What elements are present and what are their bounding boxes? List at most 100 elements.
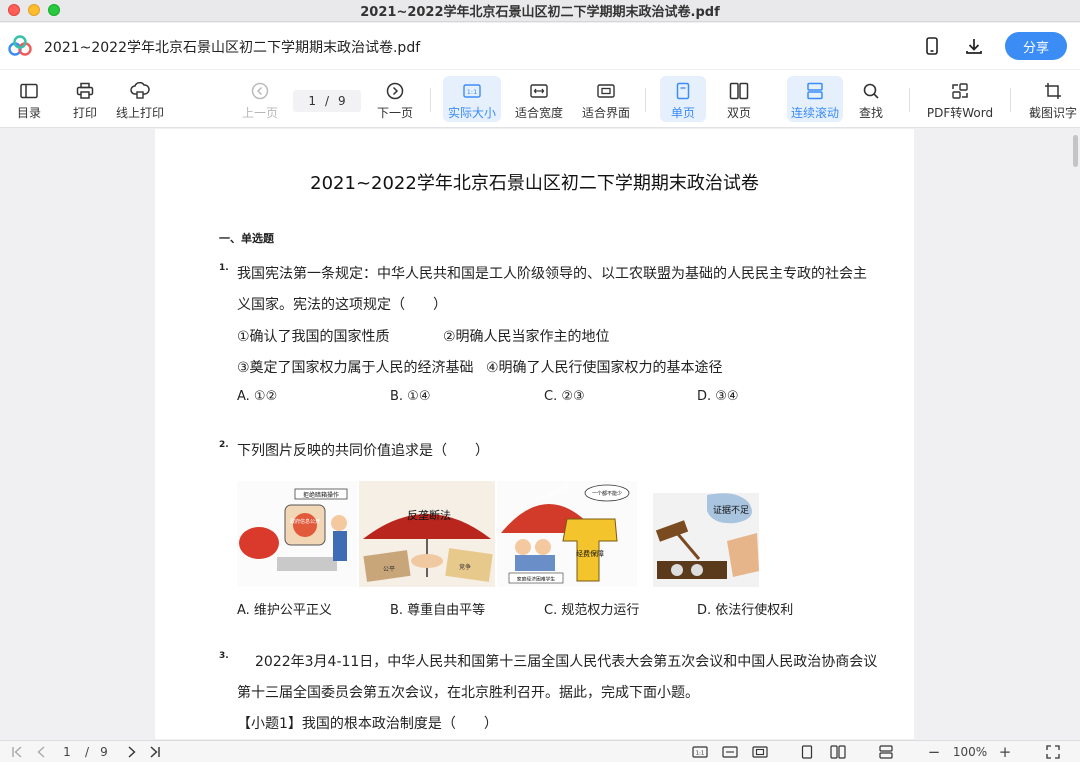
continuous-scroll-button[interactable]: 连续滚动 [787, 76, 843, 122]
pic3-label-2: 一个都不能少 [592, 490, 622, 497]
fit-window-icon [597, 84, 615, 98]
q2-option-b: B. 尊重自由平等 [390, 603, 486, 618]
bottom-fit-window-button[interactable] [750, 743, 770, 761]
first-page-icon [12, 746, 22, 758]
q3-line-1: 2022年3月4-11日，中华人民共和国第十三届全国人民代表大会第五次会议和中国… [255, 654, 878, 670]
bottom-fit-width-button[interactable] [720, 743, 740, 761]
screenshot-ocr-button[interactable]: 截图识字 [1026, 76, 1080, 122]
pic3-label-4: 家庭经济困难学生 [517, 576, 556, 583]
online-print-button[interactable]: 线上打印 [114, 76, 166, 122]
bottom-continuous-button[interactable] [876, 743, 896, 761]
zoom-out-button[interactable]: − [924, 743, 944, 761]
actual-size-button[interactable]: 1:1 实际大小 [443, 76, 501, 122]
convert-icon [952, 83, 968, 99]
pic1-label-1: 拒绝暗箱操作 [303, 491, 339, 499]
single-page-icon [801, 745, 813, 759]
app-logo-icon [8, 35, 32, 56]
bottom-bar: 1 / 9 1:1 − 100% + [0, 740, 1080, 762]
illustration-information-disclosure: 政府信息公开 拒绝暗箱操作 [237, 481, 357, 587]
vertical-scrollbar[interactable] [1073, 135, 1078, 167]
cloud-print-icon [130, 82, 150, 99]
actual-size-icon: 1:1 [463, 84, 481, 98]
sidebar-icon [20, 83, 38, 99]
chevron-left-circle-icon [251, 82, 269, 100]
bottom-actual-size-button[interactable]: 1:1 [690, 743, 710, 761]
q1-option-b: B. ①④ [390, 389, 431, 404]
zoom-level[interactable]: 100% [950, 743, 990, 761]
toc-button[interactable]: 目录 [10, 76, 48, 122]
actual-size-icon: 1:1 [692, 746, 708, 758]
svg-text:1:1: 1:1 [696, 751, 705, 757]
illustration-insufficient-evidence: 证据不足 [653, 493, 759, 587]
question-number-2: 2. [219, 440, 229, 450]
fullscreen-button[interactable] [1042, 743, 1064, 761]
zoom-window-button[interactable] [48, 4, 60, 16]
q2-option-a: A. 维护公平正义 [237, 603, 332, 618]
q1-option-d: D. ③④ [697, 389, 739, 404]
search-icon [863, 83, 879, 99]
pic2-label-2: 公平 [383, 566, 395, 573]
next-page-small-button[interactable] [124, 743, 140, 761]
section-heading: 一、单选题 [219, 232, 274, 245]
fit-width-icon [530, 84, 548, 98]
question-number-3: 3. [219, 651, 229, 661]
share-button[interactable]: 分享 [1005, 32, 1067, 60]
window-controls [8, 4, 60, 16]
download-button[interactable] [962, 34, 986, 58]
print-button[interactable]: 打印 [66, 76, 104, 122]
q1-option-c: C. ②③ [544, 389, 585, 404]
double-page-button[interactable]: 双页 [716, 76, 762, 122]
single-page-button[interactable]: 单页 [660, 76, 706, 122]
zoom-in-button[interactable]: + [995, 743, 1015, 761]
bottom-single-page-button[interactable] [798, 743, 816, 761]
document-viewport[interactable]: 2021~2022学年北京石景山区初二下学期期末政治试卷 一、单选题 1. 我国… [0, 129, 1080, 739]
prev-page-button[interactable]: 上一页 [240, 76, 280, 122]
q1-statement-4: ④明确了人民行使国家权力的基本途径 [486, 360, 723, 376]
fit-width-button[interactable]: 适合宽度 [512, 76, 566, 122]
illustration-student-aid: 学生资助政策 家庭经济困难学生 经费保障 一个都不能少 [497, 481, 637, 587]
crop-icon [1045, 83, 1061, 99]
chevron-right-icon [128, 746, 136, 758]
toolbar: 目录 打印 线上打印 上一页 1 / 9 下一页 1:1 实际大小 适合宽度 适… [0, 70, 1080, 128]
close-window-button[interactable] [8, 4, 20, 16]
q1-line-2: 义国家。宪法的这项规定（ ） [237, 297, 447, 313]
printer-icon [76, 82, 94, 99]
pic1-label-2: 政府信息公开 [290, 518, 320, 525]
q2-option-c: C. 规范权力运行 [544, 603, 640, 618]
q2-illustrations: 政府信息公开 拒绝暗箱操作 反垄断法 公平 竞争 学生资助政策 家庭经济困难学生… [237, 481, 759, 587]
last-page-icon [150, 746, 160, 758]
pdf-to-word-button[interactable]: PDF转Word [924, 76, 996, 122]
find-button[interactable]: 查找 [851, 76, 891, 122]
fit-window-button[interactable]: 适合界面 [579, 76, 633, 122]
minimize-window-button[interactable] [28, 4, 40, 16]
page-number-input[interactable]: 1 / 9 [293, 90, 361, 112]
fullscreen-icon [1046, 745, 1060, 759]
last-page-button[interactable] [146, 743, 164, 761]
mobile-view-button[interactable] [920, 34, 944, 58]
q2-line-1: 下列图片反映的共同价值追求是（ ） [237, 443, 489, 459]
window-titlebar: 2021~2022学年北京石景山区初二下学期期末政治试卷.pdf [0, 0, 1080, 22]
document-title: 2021~2022学年北京石景山区初二下学期期末政治试卷 [310, 173, 759, 194]
q1-line-1: 我国宪法第一条规定：中华人民共和国是工人阶级领导的、以工农联盟为基础的人民民主专… [237, 266, 867, 282]
q1-option-a: A. ①② [237, 389, 278, 404]
window-title: 2021~2022学年北京石景山区初二下学期期末政治试卷.pdf [360, 5, 720, 20]
double-page-icon [729, 82, 749, 100]
fit-window-icon [752, 746, 768, 758]
pic2-label-1: 反垄断法 [407, 508, 451, 522]
q3-line-3: 【小题1】我国的根本政治制度是（ ） [237, 716, 498, 732]
fit-width-icon [722, 746, 738, 758]
pic2-label-3: 竞争 [459, 563, 471, 571]
first-page-button[interactable] [8, 743, 26, 761]
next-page-button[interactable]: 下一页 [375, 76, 415, 122]
double-page-icon [830, 745, 846, 759]
bottom-double-page-button[interactable] [828, 743, 848, 761]
continuous-scroll-icon [879, 745, 893, 759]
file-name: 2021~2022学年北京石景山区初二下学期期末政治试卷.pdf [44, 40, 421, 56]
q2-option-d: D. 依法行使权利 [697, 603, 794, 618]
bottom-total-pages: 9 [100, 745, 108, 759]
bottom-current-page[interactable]: 1 [60, 743, 74, 761]
chevron-right-circle-icon [386, 82, 404, 100]
question-number-1: 1. [219, 263, 229, 273]
prev-page-small-button[interactable] [32, 743, 50, 761]
download-icon [966, 39, 982, 54]
